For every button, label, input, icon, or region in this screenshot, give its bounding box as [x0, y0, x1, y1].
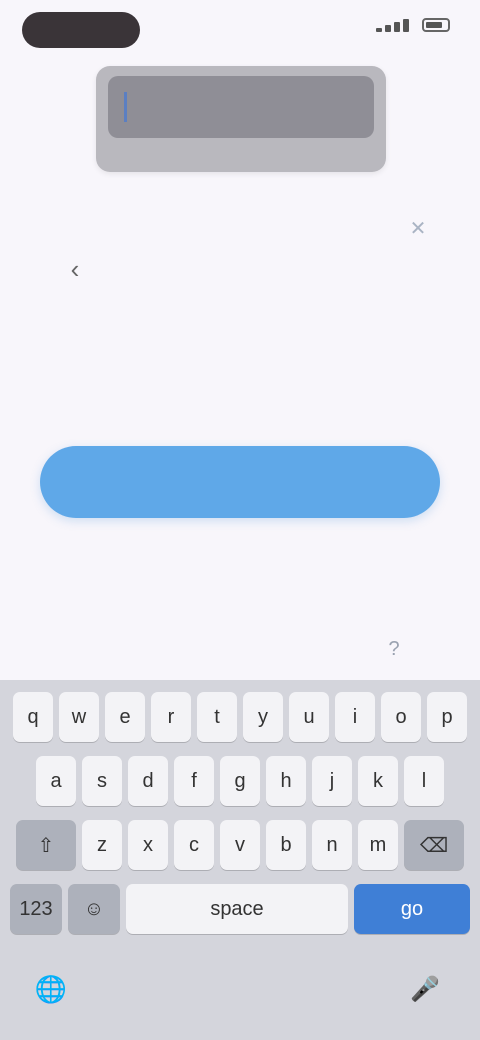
- keyboard-row-1: q w e r t y u i o p: [0, 692, 480, 742]
- clear-icon[interactable]: ✕: [400, 214, 436, 242]
- email-field-container: [96, 66, 386, 172]
- key-i[interactable]: i: [335, 692, 375, 742]
- key-h[interactable]: h: [266, 756, 306, 806]
- text-cursor: [124, 92, 127, 122]
- key-n[interactable]: n: [312, 820, 352, 870]
- login-screen: ✕ ‹ ? q w e r t y u i o p a s d f g h j …: [0, 0, 480, 1040]
- key-p[interactable]: p: [427, 692, 467, 742]
- email-field[interactable]: [108, 76, 374, 138]
- key-m[interactable]: m: [358, 820, 398, 870]
- key-e[interactable]: e: [105, 692, 145, 742]
- key-w[interactable]: w: [59, 692, 99, 742]
- key-c[interactable]: c: [174, 820, 214, 870]
- signal-icon: [376, 18, 416, 32]
- key-x[interactable]: x: [128, 820, 168, 870]
- key-o[interactable]: o: [381, 692, 421, 742]
- delete-icon[interactable]: ⌫: [404, 820, 464, 870]
- key-g[interactable]: g: [220, 756, 260, 806]
- key-z[interactable]: z: [82, 820, 122, 870]
- shift-icon[interactable]: ⇧: [16, 820, 76, 870]
- space-key[interactable]: space: [126, 884, 348, 934]
- key-r[interactable]: r: [151, 692, 191, 742]
- microphone-icon[interactable]: 🎤: [408, 972, 442, 1006]
- keyboard-bottom-bar: 🌐 🎤: [0, 960, 480, 1040]
- key-f[interactable]: f: [174, 756, 214, 806]
- help-icon[interactable]: ?: [372, 632, 416, 666]
- globe-icon[interactable]: 🌐: [34, 972, 68, 1006]
- status-icons: [376, 18, 450, 32]
- key-b[interactable]: b: [266, 820, 306, 870]
- back-arrow-icon[interactable]: ‹: [56, 250, 94, 288]
- battery-icon: [422, 18, 450, 32]
- status-bar: [0, 0, 480, 60]
- emoji-icon[interactable]: ☺: [68, 884, 120, 934]
- key-s[interactable]: s: [82, 756, 122, 806]
- go-key[interactable]: go: [354, 884, 470, 934]
- key-a[interactable]: a: [36, 756, 76, 806]
- key-q[interactable]: q: [13, 692, 53, 742]
- keyboard: q w e r t y u i o p a s d f g h j k l ⇧ …: [0, 680, 480, 1040]
- key-u[interactable]: u: [289, 692, 329, 742]
- key-t[interactable]: t: [197, 692, 237, 742]
- key-l[interactable]: l: [404, 756, 444, 806]
- key-k[interactable]: k: [358, 756, 398, 806]
- status-time: [22, 12, 140, 48]
- numbers-key[interactable]: 123: [10, 884, 62, 934]
- keyboard-row-2: a s d f g h j k l: [0, 756, 480, 806]
- next-button[interactable]: [40, 446, 440, 518]
- key-y[interactable]: y: [243, 692, 283, 742]
- keyboard-row-4: 123 ☺ space go: [0, 884, 480, 934]
- keyboard-row-3: ⇧ z x c v b n m ⌫: [0, 820, 480, 870]
- key-d[interactable]: d: [128, 756, 168, 806]
- key-j[interactable]: j: [312, 756, 352, 806]
- key-v[interactable]: v: [220, 820, 260, 870]
